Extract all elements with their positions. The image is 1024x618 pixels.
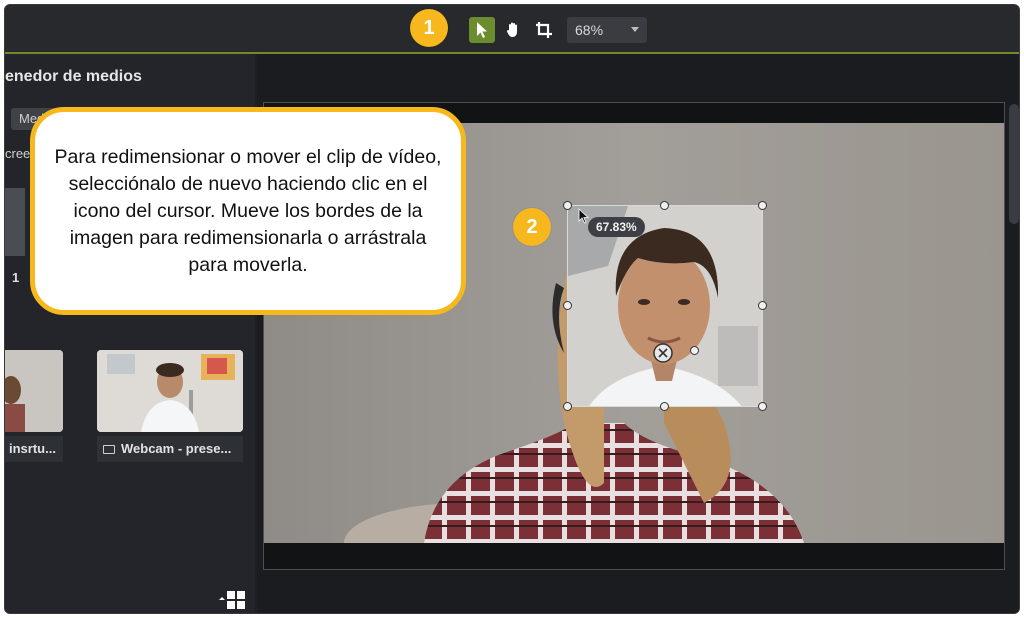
callout-text: Para redimensionar o mover el clip de ví… [54,145,442,276]
crop-icon [536,22,552,38]
cursor-tool-button[interactable] [469,17,495,43]
step-badge-1: 1 [410,9,448,47]
rotation-handle[interactable] [690,346,699,355]
grid-icon [219,591,245,609]
hand-tool-button[interactable] [501,17,527,43]
thumbnail-image [97,350,243,432]
media-label-2-text: Webcam - prese... [121,441,232,456]
resize-handle-left[interactable] [563,301,572,310]
mouse-pointer-icon [578,208,590,224]
media-thumbnail-2[interactable] [97,350,243,432]
resize-handle-bottom-left[interactable] [563,402,572,411]
hand-icon [506,22,517,37]
crop-tool-button[interactable] [531,17,557,43]
center-move-icon[interactable] [652,342,674,364]
video-clip-icon [103,445,115,454]
count-label: 1 [12,270,20,285]
partial-text: cree [5,146,31,161]
zoom-dropdown[interactable]: 68% [567,17,647,43]
zoom-value: 68% [575,22,604,38]
scale-percentage-badge: 67.83% [588,217,645,237]
resize-handle-top-right[interactable] [758,201,767,210]
instruction-callout: Para redimensionar o mover el clip de ví… [30,107,466,315]
resize-handle-bottom[interactable] [660,402,669,411]
thumbnail-image [5,350,63,432]
resize-handle-right[interactable] [758,301,767,310]
media-thumbnail-1[interactable] [5,350,63,432]
canvas-toolbar: 68% [5,5,1019,54]
grid-view-button[interactable] [215,590,247,612]
resize-handle-top-left[interactable] [563,201,572,210]
canvas-scrollbar[interactable] [1009,104,1019,224]
resize-handle-bottom-right[interactable] [758,402,767,411]
chevron-down-icon [631,27,639,32]
media-label-2: Webcam - prese... [97,436,243,462]
step-badge-2: 2 [513,208,551,246]
media-label-1: insrtu... [5,436,63,462]
media-thumbnail-partial[interactable] [5,188,25,256]
cursor-icon [477,22,487,38]
panel-title: enedor de medios [5,68,142,85]
resize-handle-top[interactable] [660,201,669,210]
